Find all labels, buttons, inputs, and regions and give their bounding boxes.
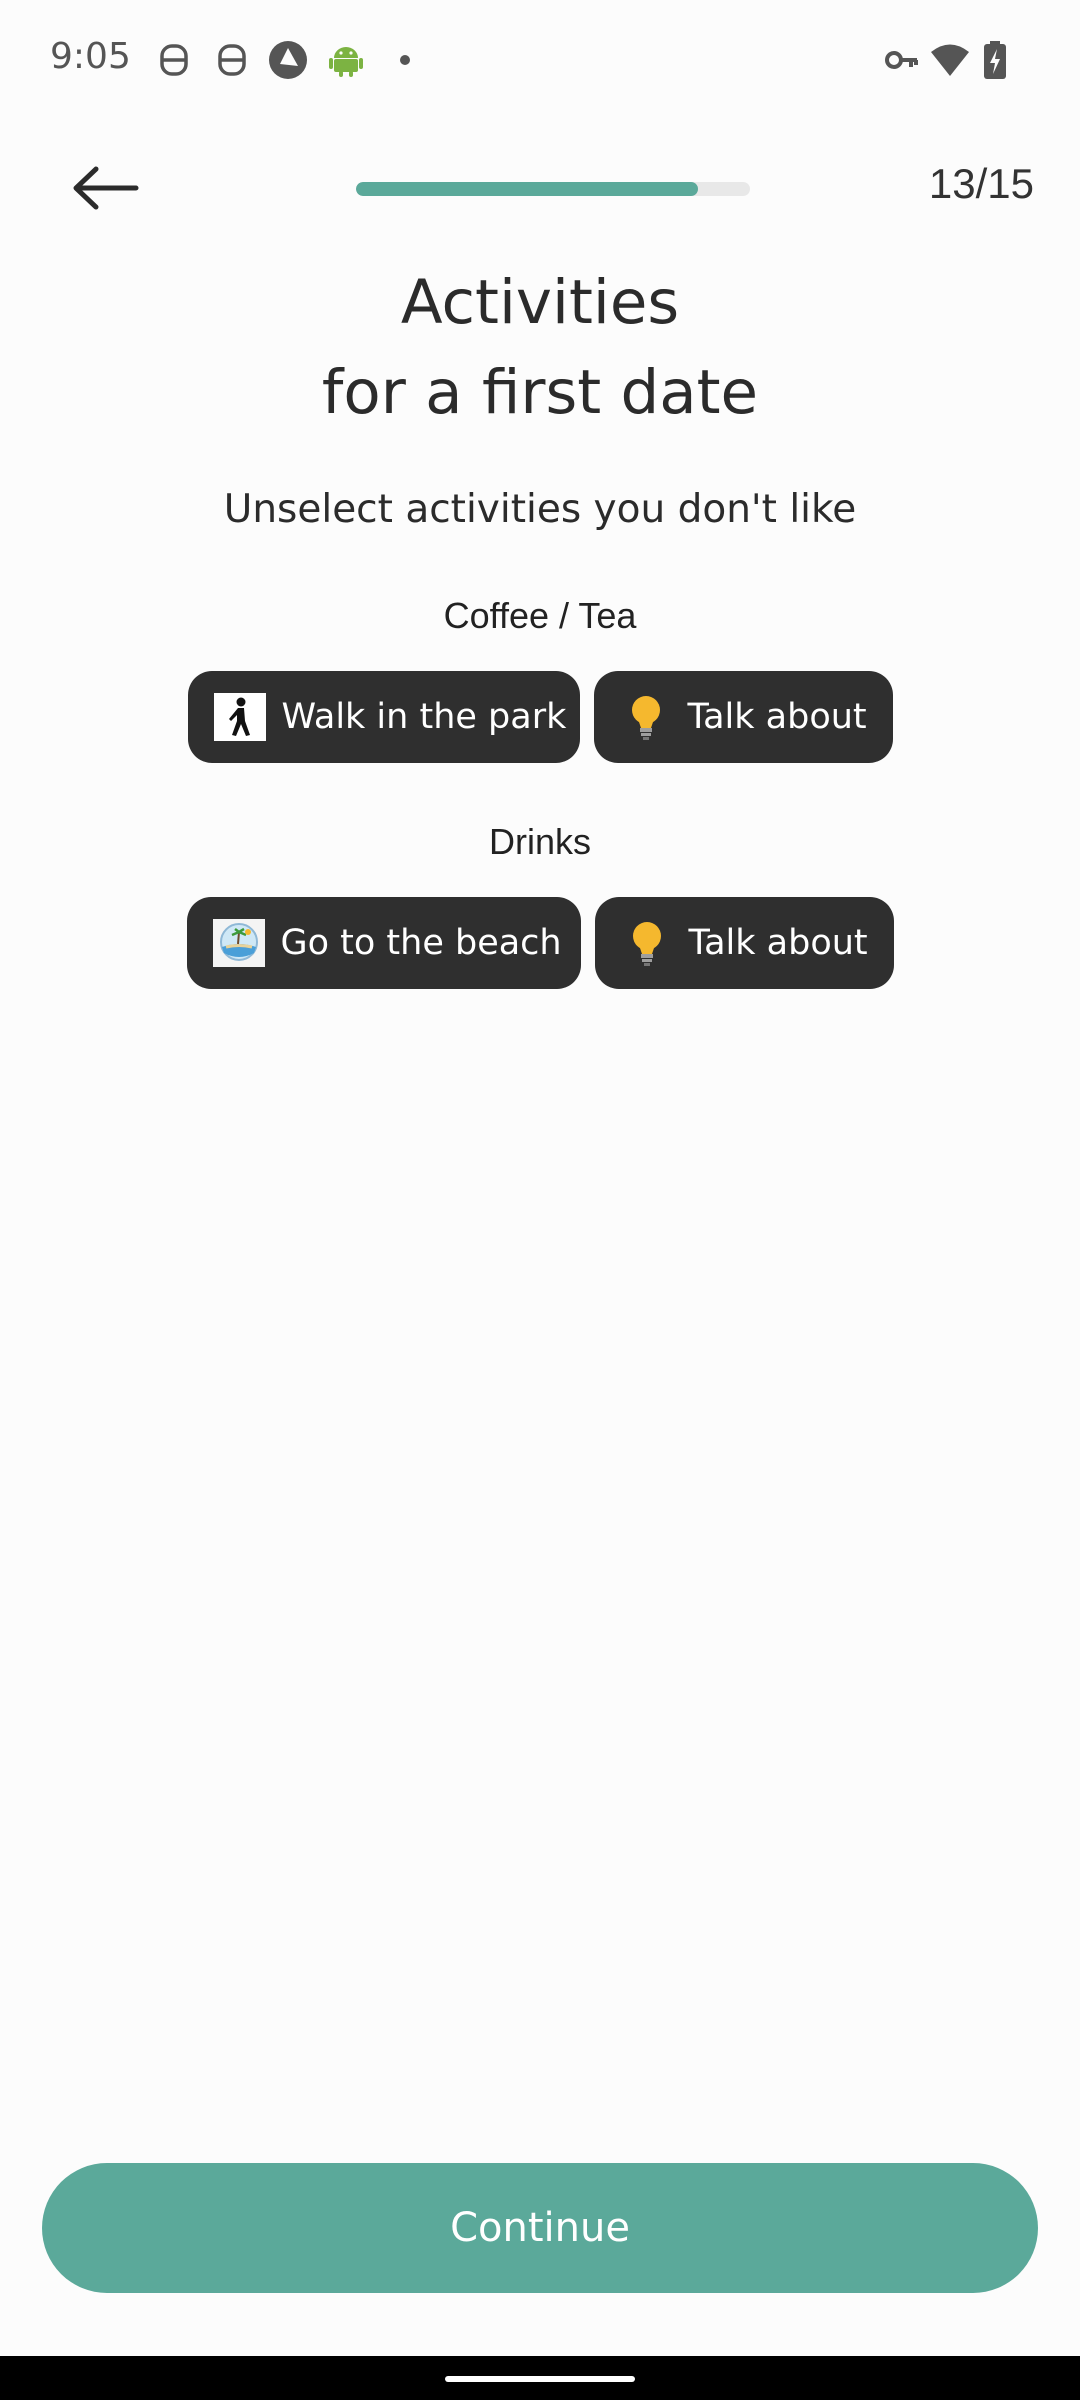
chip-label: Talk about [687,697,867,737]
battery-charging-icon [984,41,1006,79]
notification-s-icon [160,44,188,76]
status-time: 9:05 [50,36,131,77]
lightbulb-icon [621,917,673,969]
wifi-icon [931,44,969,76]
vpn-key-icon [885,51,918,69]
status-bar: 9:05 [0,0,1080,126]
notification-s-icon [218,44,246,76]
section-label: Drinks [488,821,591,862]
chip-talk-about[interactable]: Talk about [594,897,894,989]
section-coffee-tea: Coffee / Tea Walk in the park Talk about [0,591,1080,763]
step-counter: 13/15 [928,160,1034,207]
page-subtitle: Unselect activities you don't like [223,487,857,532]
chip-label: Walk in the park [281,697,567,737]
android-icon [329,47,363,77]
progress-fill [356,182,698,196]
back-button[interactable] [60,148,150,228]
chip-talk-about[interactable]: Talk about [593,671,893,763]
chip-row: Walk in the park Talk about [0,671,1080,763]
lightbulb-icon [620,691,672,743]
page-title: Activities for a first date [0,258,1080,438]
section-label: Coffee / Tea [443,595,637,636]
arrow-left-icon [73,166,139,210]
chip-label: Go to the beach [280,923,562,963]
chip-go-to-the-beach[interactable]: Go to the beach [186,897,581,989]
home-gesture-handle[interactable] [445,2376,635,2382]
page-title-line1: Activities [400,267,680,338]
pedestrian-icon [213,691,266,743]
progress-bar [356,182,750,196]
continue-button[interactable]: Continue [42,2163,1038,2293]
dot-icon [400,55,410,65]
navigation-bar [0,2356,1080,2400]
screen: 9:05 13/15 Activities for a first date U… [0,0,1080,2400]
chip-label: Talk about [688,923,868,963]
beach-globe-icon [212,917,265,969]
shutter-app-icon [269,41,307,79]
page-title-line2: for a first date [321,357,759,428]
chip-row: Go to the beach Talk about [0,897,1080,989]
section-drinks: Drinks Go to the beach Talk about [0,817,1080,989]
chip-walk-in-the-park[interactable]: Walk in the park [187,671,580,763]
